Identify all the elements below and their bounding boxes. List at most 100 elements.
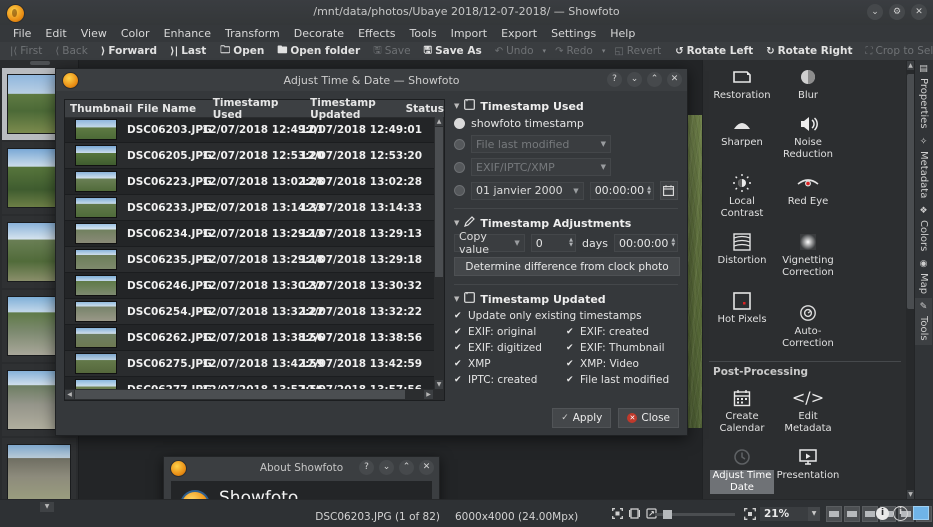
redo-dropdown-icon[interactable]: ▾ <box>600 47 608 55</box>
timestamp-adjustments-section-header[interactable]: ▼ Timestamp Adjustments <box>454 216 678 230</box>
menu-import[interactable]: Import <box>444 26 495 41</box>
column-header-status[interactable]: Status <box>401 103 444 115</box>
info-outline-icon[interactable]: i <box>893 506 908 521</box>
exif-iptc-xmp-combo[interactable]: EXIF/IPTC/XMP ▼ <box>471 158 611 176</box>
tool-edit-metadata[interactable]: </> Edit Metadata <box>775 381 841 440</box>
zoom-100-icon[interactable] <box>629 508 640 519</box>
menu-transform[interactable]: Transform <box>218 26 287 41</box>
time-offset-spinbox[interactable]: 00:00:00 ▲ ▼ <box>614 234 678 252</box>
toolbar-undo-button[interactable]: ↶ Undo <box>489 44 540 58</box>
table-row[interactable]: DSC06234.JPG 12/07/2018 13:29:13 12/07/2… <box>65 221 434 247</box>
tool-create-calendar[interactable]: Create Calendar <box>709 381 775 440</box>
menu-tools[interactable]: Tools <box>402 26 443 41</box>
undo-dropdown-icon[interactable]: ▾ <box>541 47 549 55</box>
table-row[interactable]: DSC06246.JPG 12/07/2018 13:30:32 12/07/2… <box>65 273 434 299</box>
table-horizontal-scrollbar[interactable]: ◀ ▶ <box>65 389 444 400</box>
sidebar-tab-metadata[interactable]: ✧ Metadata <box>915 133 932 202</box>
radio-icon[interactable] <box>454 118 465 129</box>
collapse-arrow-icon[interactable]: ▼ <box>454 219 459 227</box>
checkbox-exif-original[interactable]: ✔ EXIF: original <box>454 326 566 338</box>
settings-icon[interactable]: ⚙ <box>889 4 905 20</box>
tool-presentation[interactable]: Presentation <box>775 440 841 499</box>
zoom-fit-icon[interactable] <box>612 508 623 519</box>
sidebar-tab-colors[interactable]: ❖ Colors <box>915 202 932 255</box>
spinner-arrows-icon[interactable]: ▲ ▼ <box>668 238 675 248</box>
tool-restoration[interactable]: Restoration <box>709 60 775 107</box>
menu-enhance[interactable]: Enhance <box>157 26 218 41</box>
calendar-picker-button[interactable] <box>659 181 678 200</box>
tool-hot-pixels[interactable]: Hot Pixels <box>709 284 775 355</box>
horizontal-scrollbar-thumb[interactable] <box>75 390 405 399</box>
column-header-thumbnail[interactable]: Thumbnail <box>65 103 132 115</box>
close-icon[interactable]: ✕ <box>667 72 682 87</box>
scroll-right-icon[interactable]: ▶ <box>424 390 433 399</box>
tool-blur[interactable]: Blur <box>775 60 841 107</box>
shade-down-icon[interactable]: ⌄ <box>627 72 642 87</box>
option-exif-iptc-xmp[interactable]: EXIF/IPTC/XMP ▼ <box>454 158 678 176</box>
file-last-modified-combo[interactable]: File last modified ▼ <box>471 135 611 153</box>
custom-time-field[interactable]: 00:00:00 ▲ ▼ <box>589 181 654 200</box>
radio-icon[interactable] <box>454 161 465 173</box>
option-custom-date[interactable]: 01 janvier 2000 ▼ 00:00:00 ▲ ▼ <box>454 181 678 200</box>
thumbbar-scrollbar[interactable] <box>30 61 50 65</box>
shade-down-icon[interactable]: ⌄ <box>379 460 394 475</box>
collapse-arrow-icon[interactable]: ▼ <box>454 295 459 303</box>
checkbox-exif-digitized[interactable]: ✔ EXIF: digitized <box>454 342 566 354</box>
column-header-filename[interactable]: File Name <box>132 103 208 115</box>
option-showfoto-timestamp[interactable]: showfoto timestamp <box>454 117 678 130</box>
tool-sharpen[interactable]: Sharpen <box>709 107 775 166</box>
close-icon[interactable]: ✕ <box>911 4 927 20</box>
toolbar-first-button[interactable]: |⟨ First <box>4 44 48 58</box>
table-row[interactable]: DSC06223.JPG 12/07/2018 13:02:28 12/07/2… <box>65 169 434 195</box>
table-vertical-scrollbar[interactable]: ▲ ▼ <box>434 117 444 389</box>
days-spinbox[interactable]: 0 ▲ ▼ <box>530 234 577 252</box>
toolbar-rotate-right-button[interactable]: ↻ Rotate Right <box>760 44 858 58</box>
checkbox-xmp-video[interactable]: ✔ XMP: Video <box>566 358 678 370</box>
menu-export[interactable]: Export <box>494 26 544 41</box>
table-row[interactable]: DSC06277.JPG 12/07/2018 13:57:56 12/07/2… <box>65 377 434 389</box>
determine-difference-button[interactable]: Determine difference from clock photo <box>454 257 680 276</box>
timestamp-updated-section-header[interactable]: ▼ Timestamp Updated <box>454 292 678 306</box>
toolbar-open-button[interactable]: 🗀 Open <box>214 42 270 61</box>
zoom-dropdown-icon[interactable]: ▼ <box>808 507 820 521</box>
checkbox-file-last-modified[interactable]: ✔ File last modified <box>566 374 678 386</box>
zoom-slider-handle[interactable] <box>663 510 672 519</box>
toolbar-forward-button[interactable]: ⟩ Forward <box>95 44 163 58</box>
table-row[interactable]: DSC06262.JPG 12/07/2018 13:38:56 12/07/2… <box>65 325 434 351</box>
toolbar-revert-button[interactable]: ◱ Revert <box>608 44 667 58</box>
checkbox-exif-thumbnail[interactable]: ✔ EXIF: Thumbnail <box>566 342 678 354</box>
scroll-left-icon[interactable]: ◀ <box>65 390 74 399</box>
help-icon[interactable]: ? <box>607 72 622 87</box>
table-row[interactable]: DSC06203.JPG 12/07/2018 12:49:01 12/07/2… <box>65 117 434 143</box>
collapse-arrow-icon[interactable]: ▼ <box>454 102 459 110</box>
menu-view[interactable]: View <box>74 26 114 41</box>
spinner-arrows-icon[interactable]: ▲ ▼ <box>644 185 651 196</box>
sidebar-tab-map[interactable]: ◉ Map <box>915 255 932 298</box>
scroll-down-icon[interactable]: ▼ <box>435 380 443 389</box>
scroll-up-icon[interactable]: ▲ <box>907 61 914 70</box>
custom-date-field[interactable]: 01 janvier 2000 ▼ <box>471 181 584 200</box>
table-row[interactable]: DSC06254.JPG 12/07/2018 13:32:22 12/07/2… <box>65 299 434 325</box>
adjustment-mode-combo[interactable]: Copy value ▼ <box>454 230 525 256</box>
zoom-level-value[interactable]: 21% <box>760 507 809 521</box>
table-row[interactable]: DSC06275.JPG 12/07/2018 13:42:59 12/07/2… <box>65 351 434 377</box>
help-icon[interactable]: ? <box>359 460 374 475</box>
scroll-up-icon[interactable]: ▲ <box>435 117 443 126</box>
close-icon[interactable]: ✕ <box>419 460 434 475</box>
timestamp-used-section-header[interactable]: ▼ Timestamp Used <box>454 99 678 113</box>
apply-button[interactable]: ✓ Apply <box>552 408 612 428</box>
table-row[interactable]: DSC06205.JPG 12/07/2018 12:53:20 12/07/2… <box>65 143 434 169</box>
tool-local-contrast[interactable]: Local Contrast <box>709 166 775 225</box>
toolbar-crop-button[interactable]: ⛶ Crop to Selection <box>860 44 933 58</box>
tool-auto-correction[interactable]: Auto- Correction <box>775 296 841 355</box>
minimize-icon[interactable]: ⌄ <box>867 4 883 20</box>
menu-decorate[interactable]: Decorate <box>287 26 351 41</box>
radio-icon[interactable] <box>454 138 465 150</box>
checkbox-update-only-existing[interactable]: ✔ Update only existing timestamps <box>454 310 678 322</box>
toolbar-redo-button[interactable]: ↷ Redo <box>549 44 599 58</box>
option-file-last-modified[interactable]: File last modified ▼ <box>454 135 678 153</box>
menu-file[interactable]: File <box>6 26 38 41</box>
toolbar-save-as-button[interactable]: 🖫 Save As <box>418 42 488 61</box>
tool-noise-reduction[interactable]: Noise Reduction <box>775 107 841 166</box>
spinner-arrows-icon[interactable]: ▲ ▼ <box>566 238 573 248</box>
